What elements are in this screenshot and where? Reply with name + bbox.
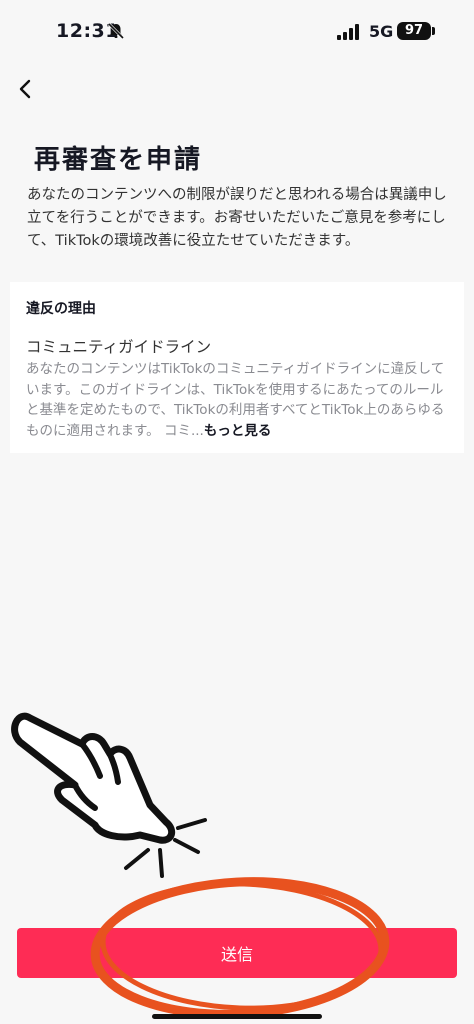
violation-card: 違反の理由 コミュニティガイドライン あなたのコンテンツはTikTokのコミュニ… [10,282,464,453]
signal-bars-icon [337,24,359,40]
appeal-description: あなたのコンテンツへの制限が誤りだと思われる場合は異議申し立てを行うことができま… [27,187,447,249]
guideline-title: コミュニティガイドライン [26,338,212,356]
back-button[interactable] [12,74,42,104]
bell-slash-icon [107,22,125,40]
home-indicator [152,1014,322,1019]
pointing-hand-icon [11,712,207,878]
network-type: 5G [369,22,394,41]
page-title: 再審査を申請 [34,145,203,175]
battery-icon: 97 [397,22,431,40]
submit-button[interactable]: 送信 [17,928,457,978]
violation-heading: 違反の理由 [26,301,96,317]
see-more-link[interactable]: もっと見る [204,423,272,439]
chevron-left-icon [19,79,31,99]
guideline-body: あなたのコンテンツはTikTokのコミュニティガイドラインに違反しています。この… [26,359,456,441]
battery-cap [432,27,435,35]
status-bar: 12:31 5G 97 [0,0,474,64]
